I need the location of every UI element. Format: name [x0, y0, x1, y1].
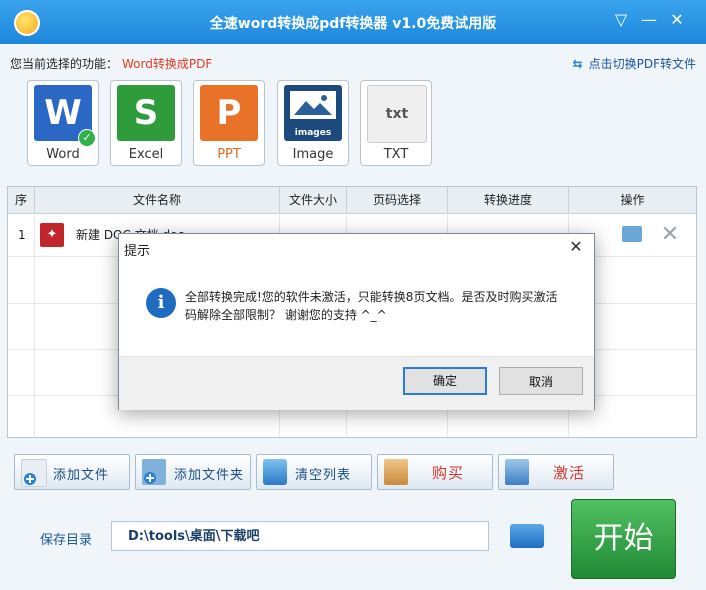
- txt-icon: txt: [367, 85, 427, 143]
- info-icon: i: [146, 288, 176, 318]
- excel-icon: S: [117, 85, 175, 141]
- col-filename: 文件名称: [35, 187, 280, 213]
- pdf-file-icon: ✦: [40, 223, 64, 247]
- format-ppt-label: PPT: [217, 147, 241, 162]
- function-value: Word转换成PDF: [122, 57, 213, 71]
- trash-icon: [263, 459, 287, 485]
- col-progress: 转换进度: [448, 187, 569, 213]
- menu-dropdown-icon[interactable]: ▽: [610, 10, 632, 30]
- row-index: 1: [18, 228, 26, 242]
- ok-button[interactable]: 确定: [403, 367, 487, 395]
- save-dir-label: 保存目录: [40, 533, 93, 548]
- col-index: 序: [8, 187, 35, 213]
- picture-icon: [290, 91, 336, 119]
- image-icon: images: [284, 85, 342, 141]
- add-folder-button[interactable]: 添加文件夹: [135, 454, 251, 490]
- add-file-icon: [21, 459, 47, 487]
- col-actions: 操作: [620, 193, 645, 207]
- window-title: 全速word转换成pdf转换器 v1.0免费试用版: [209, 16, 497, 32]
- shopping-bag-icon: [384, 459, 408, 485]
- selected-check-icon: ✓: [78, 129, 96, 147]
- buy-button[interactable]: 购买: [377, 454, 493, 490]
- dialog-footer: 确定 取消: [119, 356, 594, 410]
- ppt-icon: P: [200, 85, 258, 141]
- open-folder-icon[interactable]: [622, 226, 642, 242]
- format-txt-label: TXT: [383, 147, 409, 162]
- format-image-button[interactable]: images Image: [277, 80, 349, 166]
- switch-mode-label: 点击切换PDF转文件: [588, 57, 696, 71]
- clear-list-label: 清空列表: [295, 468, 352, 483]
- start-button[interactable]: 开始: [571, 499, 676, 579]
- clear-list-button[interactable]: 清空列表: [256, 454, 372, 490]
- add-file-button[interactable]: 添加文件: [14, 454, 130, 490]
- switch-arrows-icon: ⇆: [572, 57, 583, 71]
- minimize-button[interactable]: —: [638, 10, 660, 30]
- function-label: 您当前选择的功能：: [10, 57, 119, 71]
- dialog-body: i 全部转换完成!您的软件未激活，只能转换8页文档。是否及时购买激活码解除全部限…: [119, 260, 594, 356]
- activate-label: 激活: [553, 464, 586, 482]
- col-size: 文件大小: [280, 187, 347, 213]
- format-txt-button[interactable]: txt TXT: [360, 80, 432, 166]
- dialog-title: 提示: [124, 244, 151, 259]
- format-excel-label: Excel: [128, 147, 164, 162]
- dialog-message: 全部转换完成!您的软件未激活，只能转换8页文档。是否及时购买激活码解除全部限制？…: [185, 290, 558, 322]
- dialog-close-icon[interactable]: ✕: [566, 236, 586, 258]
- format-excel-button[interactable]: S Excel: [110, 80, 182, 166]
- title-bar: 全速word转换成pdf转换器 v1.0免费试用版 ▽ — ✕: [0, 0, 706, 44]
- add-file-label: 添加文件: [53, 468, 110, 483]
- format-image-label: Image: [292, 147, 334, 162]
- save-dir-input[interactable]: D:\tools\桌面\下载吧: [111, 521, 489, 551]
- switch-mode-link[interactable]: ⇆ 点击切换PDF转文件: [573, 55, 696, 72]
- table-header: 序 文件名称 文件大小 页码选择 转换进度 操作: [8, 187, 696, 214]
- image-icon-caption: images: [294, 128, 332, 138]
- buy-label: 购买: [432, 464, 465, 482]
- close-button[interactable]: ✕: [666, 10, 688, 30]
- format-word-button[interactable]: W ✓ Word: [27, 80, 99, 166]
- cancel-button[interactable]: 取消: [499, 367, 583, 395]
- format-word-label: Word: [46, 147, 80, 162]
- remove-row-icon[interactable]: ✕: [660, 220, 680, 250]
- function-bar: 您当前选择的功能： Word转换成PDF ⇆ 点击切换PDF转文件: [0, 44, 706, 80]
- col-pages: 页码选择: [347, 187, 448, 213]
- format-ppt-button[interactable]: P PPT: [193, 80, 265, 166]
- activate-button[interactable]: 激活: [498, 454, 614, 490]
- prompt-dialog: 提示 ✕ i 全部转换完成!您的软件未激活，只能转换8页文档。是否及时购买激活码…: [118, 233, 595, 410]
- browse-folder-icon[interactable]: [510, 524, 544, 548]
- add-folder-icon: [142, 459, 166, 485]
- activate-icon: [505, 459, 529, 485]
- add-folder-label: 添加文件夹: [174, 468, 245, 483]
